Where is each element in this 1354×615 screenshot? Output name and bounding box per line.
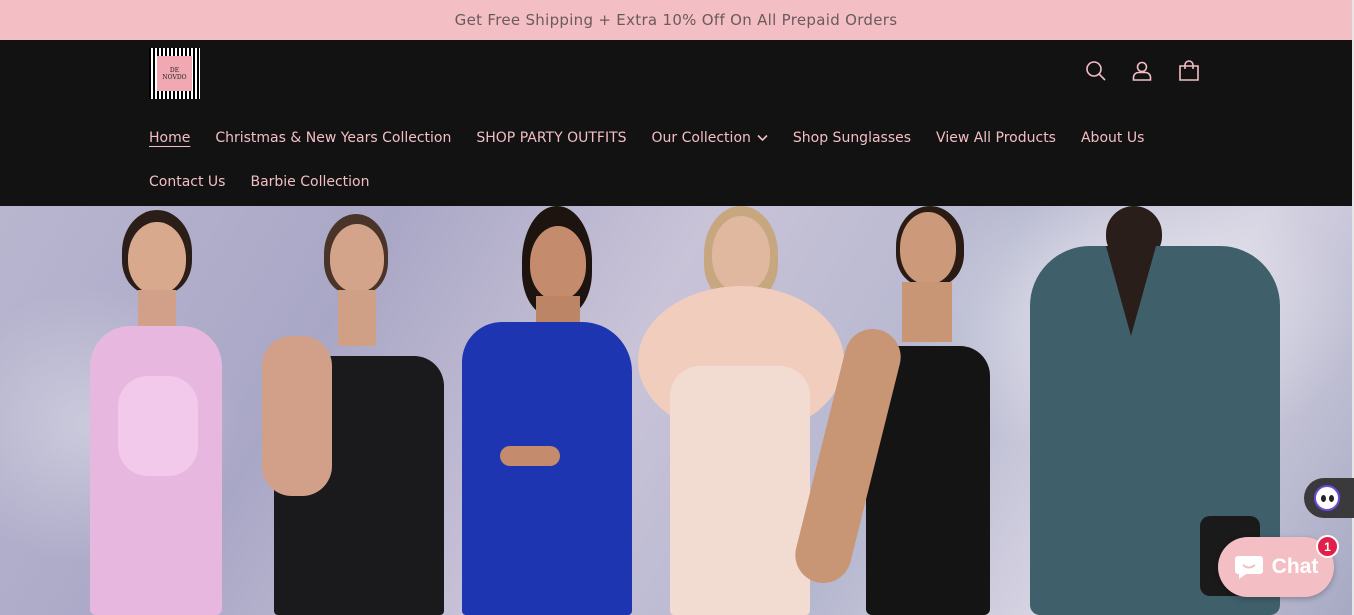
nav-sunglasses[interactable]: Shop Sunglasses [793,130,911,146]
account-icon [1132,61,1152,81]
nav-party-outfits[interactable]: SHOP PARTY OUTFITS [476,130,626,146]
site-header: DE NOVDO Home Christmas & New Years Coll… [0,40,1352,206]
nav-christmas-collection[interactable]: Christmas & New Years Collection [215,130,451,146]
nav-our-collection[interactable]: Our Collection [652,130,768,146]
nav-contact-us[interactable]: Contact Us [149,174,225,190]
main-nav-row1: Home Christmas & New Years Collection SH… [149,130,1169,146]
chevron-down-icon [757,130,768,146]
nav-all-products[interactable]: View All Products [936,130,1056,146]
model-blue-dress [440,206,640,615]
nav-our-collection-label: Our Collection [651,130,751,146]
nav-barbie-collection[interactable]: Barbie Collection [250,174,369,190]
cart-button[interactable] [1176,58,1202,84]
cart-icon [1179,60,1199,81]
model-pink-dress [60,206,260,615]
hero-banner-image[interactable] [0,206,1352,615]
search-button[interactable] [1083,58,1109,84]
account-button[interactable] [1129,58,1155,84]
chat-label: Chat [1271,555,1319,578]
brand-logo[interactable]: DE NOVDO [149,48,200,99]
nav-about-us[interactable]: About Us [1081,130,1144,146]
logo-text-line2: NOVDO [162,73,187,81]
main-nav-row2: Contact Us Barbie Collection [149,174,395,190]
accessibility-widget-button[interactable] [1304,478,1354,518]
announcement-bar: Get Free Shipping + Extra 10% Off On All… [0,0,1352,40]
search-icon [1086,61,1106,81]
logo-mark: DE NOVDO [157,56,192,91]
widget-face-icon [1314,485,1340,511]
model-black-tulle [260,206,460,615]
chat-notification-badge: 1 [1316,535,1339,558]
chat-bubble-icon [1234,556,1263,579]
nav-home[interactable]: Home [149,130,190,146]
announcement-text: Get Free Shipping + Extra 10% Off On All… [454,11,898,29]
logo-text-line1: DE [169,66,180,74]
